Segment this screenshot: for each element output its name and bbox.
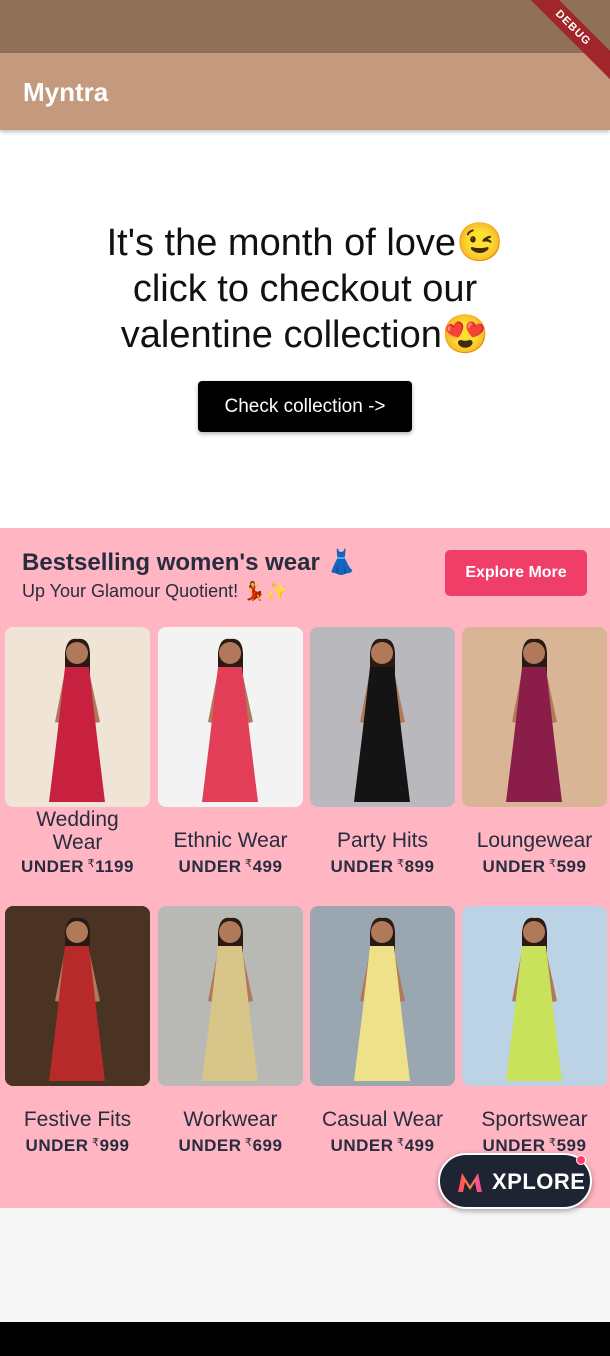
price-prefix: UNDER bbox=[330, 857, 394, 876]
hero-line-1: It's the month of love😉 bbox=[106, 222, 504, 264]
category-label: Sportswear bbox=[481, 1108, 588, 1131]
explore-more-button[interactable]: Explore More bbox=[445, 550, 587, 596]
category-label: Ethnic Wear bbox=[173, 829, 288, 852]
model-figure bbox=[49, 638, 105, 802]
bestselling-section: Bestselling women's wear 👗 Up Your Glamo… bbox=[0, 528, 610, 1208]
price-prefix: UNDER bbox=[482, 857, 546, 876]
category-label: Wedding Wear bbox=[36, 808, 119, 854]
content-area bbox=[0, 1208, 610, 1322]
category-card[interactable]: Party Hits UNDER ₹899 bbox=[310, 627, 455, 876]
category-price: UNDER ₹999 bbox=[0, 1136, 155, 1156]
category-image bbox=[310, 627, 455, 807]
category-image bbox=[158, 906, 303, 1086]
category-card[interactable]: Festive Fits UNDER ₹999 bbox=[5, 906, 150, 1155]
price-amount: 599 bbox=[556, 857, 587, 876]
category-card[interactable]: Casual Wear UNDER ₹499 bbox=[310, 906, 455, 1155]
price-prefix: UNDER bbox=[21, 857, 84, 876]
category-image bbox=[310, 906, 455, 1086]
category-card[interactable]: Ethnic Wear UNDER ₹499 bbox=[158, 627, 303, 876]
valentine-hero: It's the month of love😉 click to checkou… bbox=[0, 130, 610, 528]
model-figure bbox=[202, 638, 258, 802]
category-label: Casual Wear bbox=[322, 1108, 443, 1131]
category-price: UNDER ₹599 bbox=[457, 857, 610, 877]
rupee-icon: ₹ bbox=[88, 1137, 100, 1149]
category-price: UNDER ₹899 bbox=[305, 857, 460, 877]
check-collection-button[interactable]: Check collection -> bbox=[198, 381, 412, 432]
category-image bbox=[462, 906, 607, 1086]
rupee-icon: ₹ bbox=[241, 1137, 253, 1149]
category-card[interactable]: Sportswear UNDER ₹599 bbox=[462, 906, 607, 1155]
price-prefix: UNDER bbox=[178, 1136, 242, 1155]
xplore-label: XPLORE bbox=[492, 1169, 586, 1194]
price-amount: 999 bbox=[99, 1136, 130, 1155]
system-navigation-bar bbox=[0, 1322, 610, 1356]
price-prefix: UNDER bbox=[25, 1136, 89, 1155]
category-card[interactable]: Wedding Wear UNDER ₹1199 bbox=[5, 627, 150, 876]
myntra-logo-icon bbox=[458, 1173, 482, 1192]
section-subtitle: Up Your Glamour Quotient! 💃✨ bbox=[22, 581, 288, 601]
rupee-icon: ₹ bbox=[545, 1137, 557, 1149]
model-figure bbox=[354, 917, 410, 1081]
category-image bbox=[158, 627, 303, 807]
category-label: Workwear bbox=[183, 1108, 278, 1131]
app-title: Myntra bbox=[23, 77, 109, 107]
price-amount: 899 bbox=[404, 857, 435, 876]
app-bar: Myntra bbox=[0, 53, 610, 130]
category-label: Loungewear bbox=[476, 829, 593, 852]
rupee-icon: ₹ bbox=[545, 858, 557, 870]
category-image bbox=[462, 627, 607, 807]
rupee-icon: ₹ bbox=[241, 858, 253, 870]
category-card[interactable]: Workwear UNDER ₹699 bbox=[158, 906, 303, 1155]
notification-dot bbox=[576, 1155, 586, 1165]
status-bar bbox=[0, 0, 610, 53]
category-image bbox=[5, 627, 150, 807]
hero-line-3: valentine collection😍 bbox=[120, 314, 490, 356]
model-figure bbox=[49, 917, 105, 1081]
category-label: Festive Fits bbox=[23, 1108, 132, 1131]
price-amount: 1199 bbox=[95, 857, 134, 876]
category-price: UNDER ₹1199 bbox=[0, 857, 155, 877]
price-prefix: UNDER bbox=[330, 1136, 394, 1155]
category-card[interactable]: Loungewear UNDER ₹599 bbox=[462, 627, 607, 876]
model-figure bbox=[202, 917, 258, 1081]
rupee-icon: ₹ bbox=[393, 1137, 405, 1149]
model-figure bbox=[506, 638, 562, 802]
category-label: Party Hits bbox=[336, 829, 428, 852]
rupee-icon: ₹ bbox=[393, 858, 405, 870]
price-amount: 499 bbox=[404, 1136, 435, 1155]
price-prefix: UNDER bbox=[178, 857, 242, 876]
category-price: UNDER ₹499 bbox=[153, 857, 308, 877]
category-image bbox=[5, 906, 150, 1086]
category-price: UNDER ₹499 bbox=[305, 1136, 460, 1156]
rupee-icon: ₹ bbox=[84, 858, 96, 870]
model-figure bbox=[354, 638, 410, 802]
xplore-button[interactable]: XPLORE bbox=[438, 1153, 592, 1209]
category-price: UNDER ₹699 bbox=[153, 1136, 308, 1156]
price-amount: 699 bbox=[252, 1136, 283, 1155]
hero-line-2: click to checkout our bbox=[132, 268, 478, 310]
price-amount: 499 bbox=[252, 857, 283, 876]
hero-message: It's the month of love😉 click to checkou… bbox=[60, 220, 550, 358]
model-figure bbox=[506, 917, 562, 1081]
section-title: Bestselling women's wear 👗 bbox=[22, 549, 357, 576]
